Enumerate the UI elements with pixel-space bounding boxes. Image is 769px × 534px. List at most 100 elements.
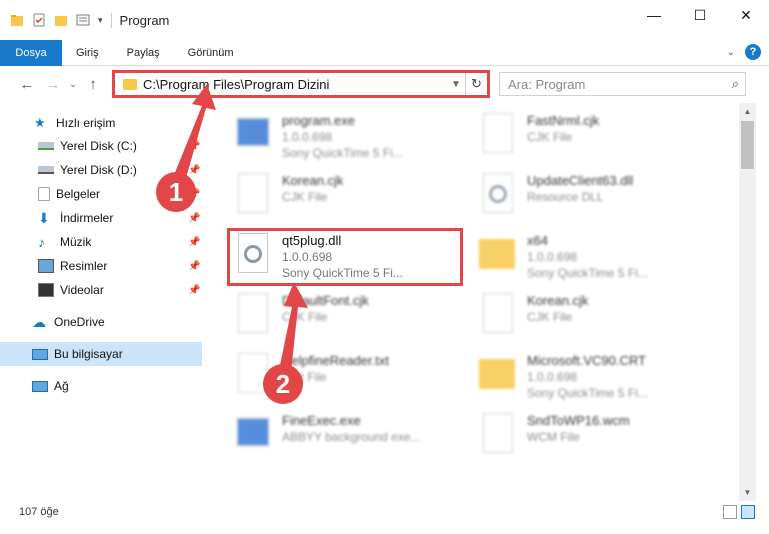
file-item[interactable]: x64 1.0.0.698 Sony QuickTime 5 Fi...	[475, 229, 715, 285]
pin-icon[interactable]: 📌	[188, 285, 200, 296]
forward-icon[interactable]: →	[40, 76, 66, 93]
drive-icon	[38, 166, 54, 174]
file-description: Sony QuickTime 5 Fi...	[527, 266, 648, 280]
up-icon[interactable]: ↑	[80, 76, 106, 93]
tab-home[interactable]: Giriş	[62, 40, 113, 66]
window-controls: — ☐ ✕	[631, 0, 769, 30]
file-item-target[interactable]: qt5plug.dll 1.0.0.698 Sony QuickTime 5 Fi.…	[230, 229, 470, 285]
sidebar-item-quick-access[interactable]: ★ Hızlı erişim	[0, 111, 202, 135]
large-icons-view-icon[interactable]	[741, 505, 755, 519]
file-item[interactable]: program.exe 1.0.0.698 Sony QuickTime 5 Fi.…	[230, 109, 470, 165]
file-type: CJK File	[527, 310, 573, 324]
pin-icon[interactable]: 📌	[188, 141, 200, 152]
details-view-icon[interactable]	[723, 505, 737, 519]
scroll-thumb[interactable]	[741, 121, 754, 169]
file-name: DefaultFont.cjk	[282, 293, 369, 308]
file-description: Sony QuickTime 5 Fi...	[527, 386, 648, 400]
help-icon[interactable]: ?	[745, 44, 761, 60]
maximize-icon[interactable]: ☐	[677, 0, 723, 30]
sidebar-item-network[interactable]: Ağ	[0, 374, 202, 398]
sidebar-item-disk-c[interactable]: Yerel Disk (C:) 📌	[0, 134, 202, 158]
file-item[interactable]: Korean.cjk CJK File	[230, 169, 470, 225]
pin-icon[interactable]: 📌	[188, 261, 200, 272]
quick-access-toolbar: ▾	[0, 13, 103, 27]
file-type: CJK File	[282, 310, 328, 324]
recent-locations-icon[interactable]: ⌄	[66, 79, 80, 90]
pin-icon[interactable]: 📌	[188, 165, 200, 176]
tab-view[interactable]: Görünüm	[174, 40, 248, 66]
search-placeholder: Ara: Program	[508, 76, 586, 92]
back-icon[interactable]: ←	[14, 76, 40, 93]
sidebar-item-this-pc[interactable]: Bu bilgisayar	[0, 342, 202, 366]
exe-icon	[230, 109, 274, 159]
tab-file[interactable]: Dosya	[0, 39, 62, 66]
document-icon	[475, 109, 519, 159]
new-folder-icon[interactable]	[54, 13, 68, 27]
sidebar-item-label: Hızlı erişim	[56, 116, 116, 130]
file-name: program.exe	[282, 113, 355, 128]
dll-icon	[475, 169, 519, 219]
file-item[interactable]: FastNrml.cjk CJK File	[475, 109, 715, 165]
pin-icon[interactable]: 📌	[188, 213, 200, 224]
expand-ribbon-icon[interactable]: ⌄	[727, 47, 735, 58]
sidebar-item-label: İndirmeler	[60, 211, 114, 225]
view-options-icon[interactable]	[76, 13, 90, 27]
file-type: ABBYY background exe...	[282, 430, 421, 444]
document-icon	[230, 169, 274, 219]
file-item[interactable]: DefaultFont.cjk CJK File	[230, 289, 470, 345]
scroll-down-icon[interactable]: ▼	[739, 484, 756, 501]
sidebar-item-label: Müzik	[60, 235, 92, 249]
computer-icon	[32, 348, 48, 360]
close-icon[interactable]: ✕	[723, 0, 769, 30]
scroll-up-icon[interactable]: ▲	[739, 103, 756, 120]
file-item[interactable]: SndToWP16.wcm WCM File	[475, 409, 715, 465]
tab-share[interactable]: Paylaş	[113, 40, 174, 66]
sidebar-item-videos[interactable]: Videolar 📌	[0, 278, 202, 302]
pictures-icon	[38, 259, 54, 273]
file-name: SndToWP16.wcm	[527, 413, 630, 428]
search-icon[interactable]: ⌕	[732, 76, 739, 92]
network-icon	[32, 380, 48, 392]
address-bar[interactable]: C:\Program Files\Program Dizini ▼ ↻	[114, 72, 488, 96]
sidebar-item-label: Bu bilgisayar	[54, 347, 123, 361]
refresh-icon[interactable]: ↻	[465, 73, 487, 95]
minimize-icon[interactable]: —	[631, 0, 677, 30]
pin-icon[interactable]: 📌	[188, 237, 200, 248]
sidebar-item-label: Ağ	[54, 379, 69, 393]
properties-icon[interactable]	[32, 13, 46, 27]
vertical-scrollbar[interactable]: ▲ ▼	[739, 103, 756, 501]
step-2-badge: 2	[263, 364, 303, 404]
file-type: Resource DLL	[527, 190, 604, 204]
file-item[interactable]: UpdateClient63.dll Resource DLL	[475, 169, 715, 225]
file-item[interactable]: FineExec.exe ABBYY background exe...	[230, 409, 470, 465]
cloud-icon: ☁	[32, 314, 46, 330]
step-1-badge: 1	[156, 172, 196, 212]
sidebar-item-pictures[interactable]: Resimler 📌	[0, 254, 202, 278]
document-icon	[230, 289, 274, 339]
videos-icon	[38, 283, 54, 297]
file-version: 1.0.0.698	[527, 370, 578, 384]
sidebar-item-label: Belgeler	[56, 187, 101, 201]
file-type: CJK File	[527, 130, 573, 144]
file-name: FastNrml.cjk	[527, 113, 600, 128]
drive-icon	[38, 142, 54, 150]
window-title: Program	[110, 12, 169, 28]
sidebar-item-label: OneDrive	[54, 315, 105, 329]
customize-toolbar-icon[interactable]: ▾	[98, 15, 103, 26]
file-list: program.exe 1.0.0.698 Sony QuickTime 5 Fi.…	[210, 103, 738, 493]
file-name: UpdateClient63.dll	[527, 173, 634, 188]
file-item[interactable]: Korean.cjk CJK File	[475, 289, 715, 345]
sidebar-item-label: Yerel Disk (C:)	[60, 139, 137, 153]
folder-icon	[475, 349, 519, 399]
address-dropdown-icon[interactable]: ▼	[447, 79, 465, 90]
search-box[interactable]: Ara: Program ⌕	[499, 72, 746, 96]
music-icon: ♪	[38, 234, 45, 250]
address-path[interactable]: C:\Program Files\Program Dizini	[143, 77, 447, 92]
file-name: Korean.cjk	[527, 293, 589, 308]
file-name: Microsoft.VC90.CRT	[527, 353, 646, 368]
file-item[interactable]: Microsoft.VC90.CRT 1.0.0.698 Sony QuickTim…	[475, 349, 715, 405]
sidebar-item-onedrive[interactable]: ☁ OneDrive	[0, 310, 202, 334]
file-version: 1.0.0.698	[527, 250, 578, 264]
star-icon: ★	[34, 115, 46, 130]
sidebar-item-music[interactable]: ♪ Müzik 📌	[0, 230, 202, 254]
